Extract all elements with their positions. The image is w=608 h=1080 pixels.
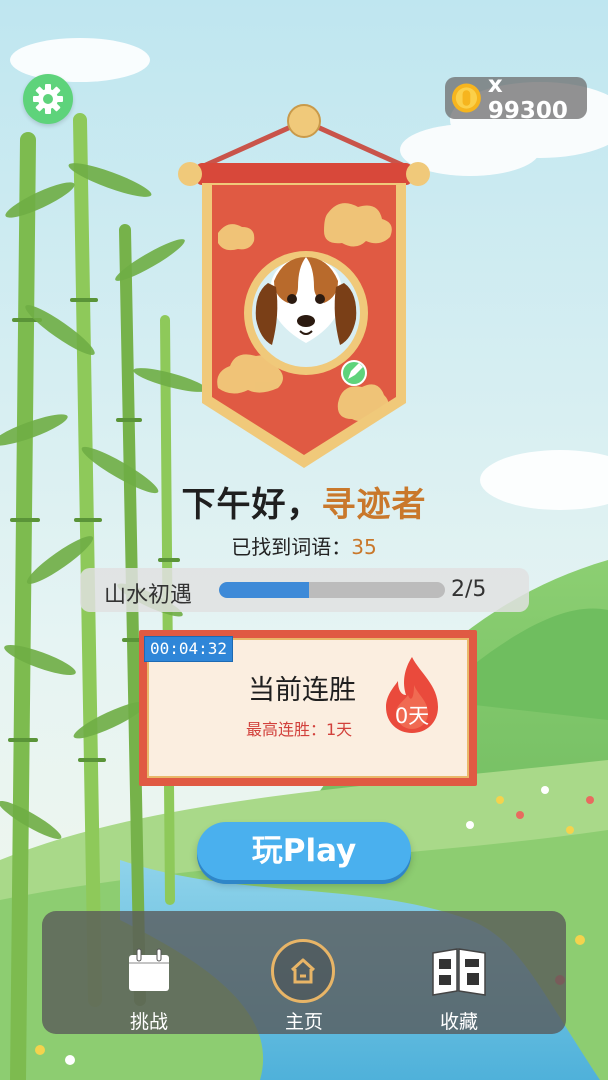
- player-name: 寻迹者: [321, 485, 427, 525]
- nav-item-challenge[interactable]: 挑战: [89, 911, 209, 1034]
- profile-banner: [178, 104, 430, 468]
- nav-label-collection: 收藏: [439, 1011, 478, 1033]
- words-found-count: 35: [351, 535, 377, 559]
- coin-balance[interactable]: x 99300: [445, 72, 587, 124]
- nav-label-challenge: 挑战: [129, 1011, 168, 1033]
- greeting-prefix: 下午好，: [181, 485, 322, 525]
- streak-title: 当前连胜: [248, 675, 356, 706]
- level-progress: 山水初遇 2/5: [80, 568, 529, 612]
- words-found: 已找到词语：35: [0, 531, 608, 560]
- best-streak: 最高连胜：1天: [246, 720, 353, 739]
- avatar[interactable]: [244, 251, 368, 375]
- level-count: 2/5: [451, 577, 487, 602]
- edit-icon[interactable]: [341, 360, 367, 386]
- coin-count: x 99300: [487, 72, 568, 124]
- progress-bar-fill: [219, 582, 310, 598]
- streak-timer: 00:04:32: [144, 636, 234, 662]
- progress-bar: [219, 582, 445, 598]
- nav-item-home[interactable]: 主页: [244, 911, 364, 1034]
- calendar-icon: [129, 948, 169, 991]
- nav-item-collection[interactable]: 收藏: [399, 911, 519, 1034]
- level-name: 山水初遇: [104, 583, 193, 608]
- streak-days: 0天: [394, 704, 430, 728]
- book-icon: [432, 948, 486, 996]
- home-icon-circle: [271, 939, 335, 1003]
- coin-icon: [451, 83, 481, 113]
- words-found-label: 已找到词语：: [231, 535, 352, 559]
- bottom-nav: 挑战 主页 收藏: [42, 911, 566, 1034]
- play-button[interactable]: 玩Play: [197, 822, 411, 880]
- nav-label-home: 主页: [284, 1011, 323, 1033]
- gear-icon: [33, 84, 63, 114]
- settings-button[interactable]: [23, 74, 73, 124]
- home-icon: [290, 958, 316, 984]
- greeting: 下午好，寻迹者: [0, 477, 608, 526]
